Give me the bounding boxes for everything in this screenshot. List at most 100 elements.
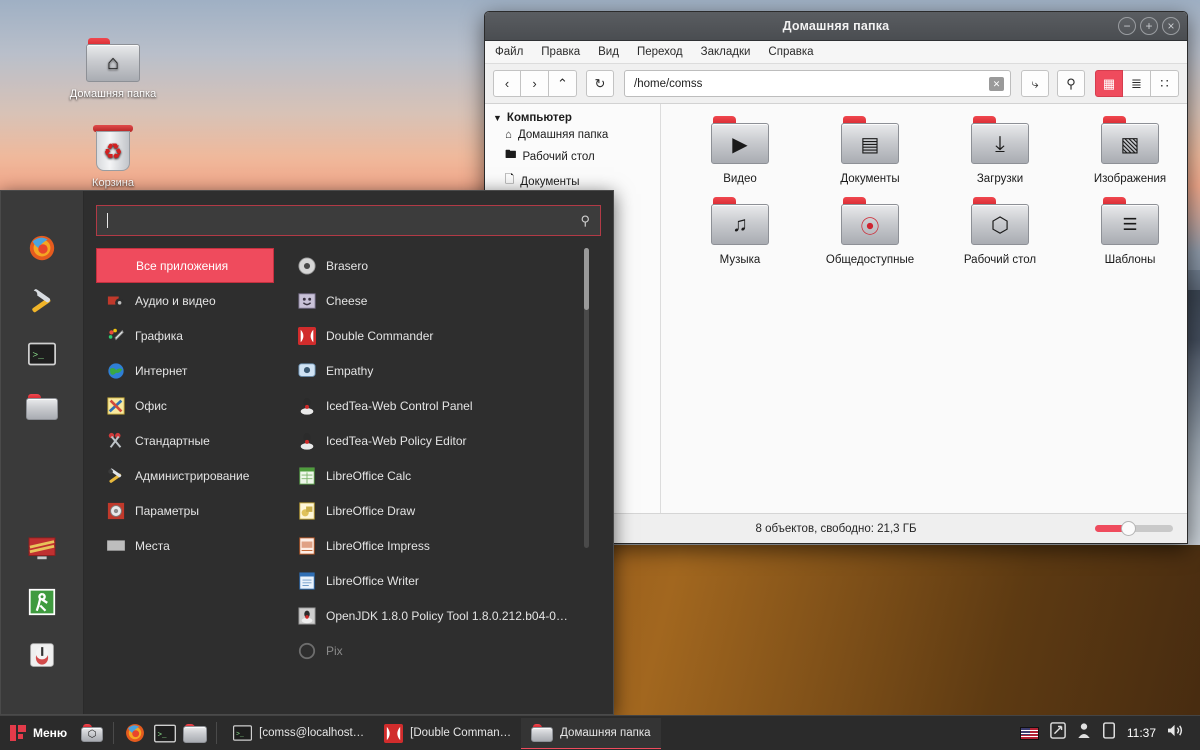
taskbar-separator: [216, 722, 217, 744]
app-item-label: Brasero: [326, 259, 368, 273]
app-item-libreoffice-impress[interactable]: LibreOffice Impress: [298, 528, 601, 563]
category-preferences[interactable]: Параметры: [96, 493, 274, 528]
taskbar[interactable]: Меню ⬡ >_ >_ [comss@localhost…: [0, 715, 1200, 750]
file-item[interactable]: ▶ Видео: [675, 116, 805, 185]
forward-button[interactable]: ›: [521, 70, 549, 97]
file-item[interactable]: ☰ Шаблоны: [1065, 197, 1187, 266]
folder-icon-public: ⦿: [841, 197, 899, 245]
empathy-icon: [298, 362, 316, 380]
clear-icon[interactable]: ✕: [989, 77, 1004, 91]
back-button[interactable]: ‹: [493, 70, 521, 97]
menu-go[interactable]: Переход: [637, 46, 683, 58]
category-multimedia[interactable]: Аудио и видео: [96, 283, 274, 318]
up-button[interactable]: ⌃: [549, 70, 577, 97]
category-office[interactable]: Офис: [96, 388, 274, 423]
task-home-folder[interactable]: Домашняя папка: [521, 718, 660, 749]
category-internet[interactable]: Интернет: [96, 353, 274, 388]
app-item-empathy[interactable]: Empathy: [298, 353, 601, 388]
minimize-icon[interactable]: −: [1118, 17, 1136, 35]
category-places[interactable]: Места: [96, 528, 274, 563]
toolbar[interactable]: ‹ › ⌃ ↻ /home/comss ✕ ⤷ ⚲ ▦ ≣ ∷: [485, 64, 1187, 104]
app-item-pix[interactable]: Pix: [298, 633, 601, 668]
sidebar-item-desktop[interactable]: 🖿 Рабочий стол: [485, 144, 660, 169]
file-item[interactable]: ⦿ Общедоступные: [805, 197, 935, 266]
list-view-icon[interactable]: ≣: [1123, 70, 1151, 97]
menu-sidebar-dock[interactable]: >_: [1, 191, 84, 714]
launcher-show-desktop[interactable]: ⬡: [77, 716, 107, 750]
menu-view[interactable]: Вид: [598, 46, 619, 58]
view-mode-buttons[interactable]: ▦ ≣ ∷: [1095, 70, 1179, 97]
app-item-libreoffice-draw[interactable]: LibreOffice Draw: [298, 493, 601, 528]
application-menu[interactable]: >_: [0, 190, 614, 715]
maximize-icon[interactable]: +: [1140, 17, 1158, 35]
clock[interactable]: 11:37: [1127, 726, 1156, 740]
start-menu-button[interactable]: Меню: [6, 716, 77, 750]
logout-icon[interactable]: [25, 585, 59, 619]
launcher-file-manager[interactable]: [180, 716, 210, 750]
desktop-icon-trash[interactable]: ♻ Корзина: [58, 125, 168, 190]
file-item[interactable]: ▤ Документы: [805, 116, 935, 185]
application-list-scrollbar[interactable]: [584, 248, 589, 548]
scrollbar-thumb[interactable]: [584, 248, 589, 310]
app-item-cheese[interactable]: Cheese: [298, 283, 601, 318]
close-icon[interactable]: ×: [1162, 17, 1180, 35]
file-item[interactable]: ▧ Изображения: [1065, 116, 1187, 185]
launcher-firefox[interactable]: [120, 716, 150, 750]
search-button[interactable]: ⚲: [1057, 70, 1085, 97]
search-icon[interactable]: ⚲: [580, 213, 590, 229]
volume-icon[interactable]: [1167, 723, 1184, 743]
category-accessories[interactable]: Стандартные: [96, 423, 274, 458]
svg-text:>_: >_: [32, 350, 44, 361]
zoom-slider[interactable]: [1095, 525, 1173, 532]
keyboard-layout-flag[interactable]: [1020, 727, 1039, 740]
folder-icon: [531, 724, 553, 742]
app-item-brasero[interactable]: Brasero: [298, 248, 601, 283]
app-item-libreoffice-calc[interactable]: LibreOffice Calc: [298, 458, 601, 493]
category-graphics[interactable]: Графика: [96, 318, 274, 353]
user-icon[interactable]: [1077, 722, 1091, 744]
application-list[interactable]: Brasero Cheese Double Commander: [274, 248, 601, 714]
app-item-openjdk-policy-tool[interactable]: OpenJDK 1.8.0 Policy Tool 1.8.0.212.b04-…: [298, 598, 601, 633]
menu-bookmarks[interactable]: Закладки: [701, 46, 751, 58]
task-double-commander[interactable]: [Double Comman…: [374, 718, 521, 749]
zoom-slider-knob[interactable]: [1121, 521, 1136, 536]
tools-icon[interactable]: [25, 284, 59, 318]
launcher-terminal[interactable]: >_: [150, 716, 180, 750]
reload-button[interactable]: ↻: [586, 70, 614, 97]
window-controls[interactable]: − + ×: [1118, 17, 1180, 35]
file-item[interactable]: ♫ Музыка: [675, 197, 805, 266]
file-item[interactable]: ⬡ Рабочий стол: [935, 197, 1065, 266]
desktop-icon-home[interactable]: ⌂ Домашняя папка: [58, 38, 168, 101]
compact-view-icon[interactable]: ∷: [1151, 70, 1179, 97]
sidebar-item-home[interactable]: ⌂ Домашняя папка: [485, 126, 660, 144]
terminal-icon[interactable]: >_: [25, 337, 59, 371]
shutdown-icon[interactable]: [25, 638, 59, 672]
battery-icon[interactable]: [1102, 722, 1116, 744]
menu-edit[interactable]: Правка: [541, 46, 580, 58]
search-input[interactable]: ⚲: [96, 205, 601, 236]
file-grid[interactable]: ▶ Видео ▤ Документы ⤓ Загрузки: [661, 104, 1187, 513]
app-item-icedtea-control-panel[interactable]: IcedTea-Web Control Panel: [298, 388, 601, 423]
app-item-libreoffice-writer[interactable]: LibreOffice Writer: [298, 563, 601, 598]
sidebar-section-computer[interactable]: ▼ Компьютер: [485, 110, 660, 126]
file-manager-icon[interactable]: [25, 390, 59, 424]
app-item-icedtea-policy-editor[interactable]: IcedTea-Web Policy Editor: [298, 423, 601, 458]
menu-file[interactable]: Файл: [495, 46, 523, 58]
menubar[interactable]: Файл Правка Вид Переход Закладки Справка: [485, 41, 1187, 64]
file-item[interactable]: ⤓ Загрузки: [935, 116, 1065, 185]
screenshot-icon[interactable]: [1050, 722, 1066, 744]
category-list[interactable]: Все приложения Аудио и видео Графика: [96, 248, 274, 714]
screensaver-icon[interactable]: [25, 532, 59, 566]
category-all-applications[interactable]: Все приложения: [96, 248, 274, 283]
path-input[interactable]: /home/comss ✕: [624, 70, 1011, 97]
open-terminal-button[interactable]: ⤷: [1021, 70, 1049, 97]
icon-view-icon[interactable]: ▦: [1095, 70, 1123, 97]
task-terminal[interactable]: >_ [comss@localhost…: [223, 718, 374, 749]
menu-help[interactable]: Справка: [768, 46, 813, 58]
category-administration[interactable]: Администрирование: [96, 458, 274, 493]
firefox-icon[interactable]: [25, 231, 59, 265]
nav-buttons[interactable]: ‹ › ⌃: [493, 70, 577, 97]
system-tray[interactable]: 11:37: [1020, 722, 1194, 744]
app-item-double-commander[interactable]: Double Commander: [298, 318, 601, 353]
titlebar[interactable]: Домашняя папка − + ×: [485, 12, 1187, 41]
